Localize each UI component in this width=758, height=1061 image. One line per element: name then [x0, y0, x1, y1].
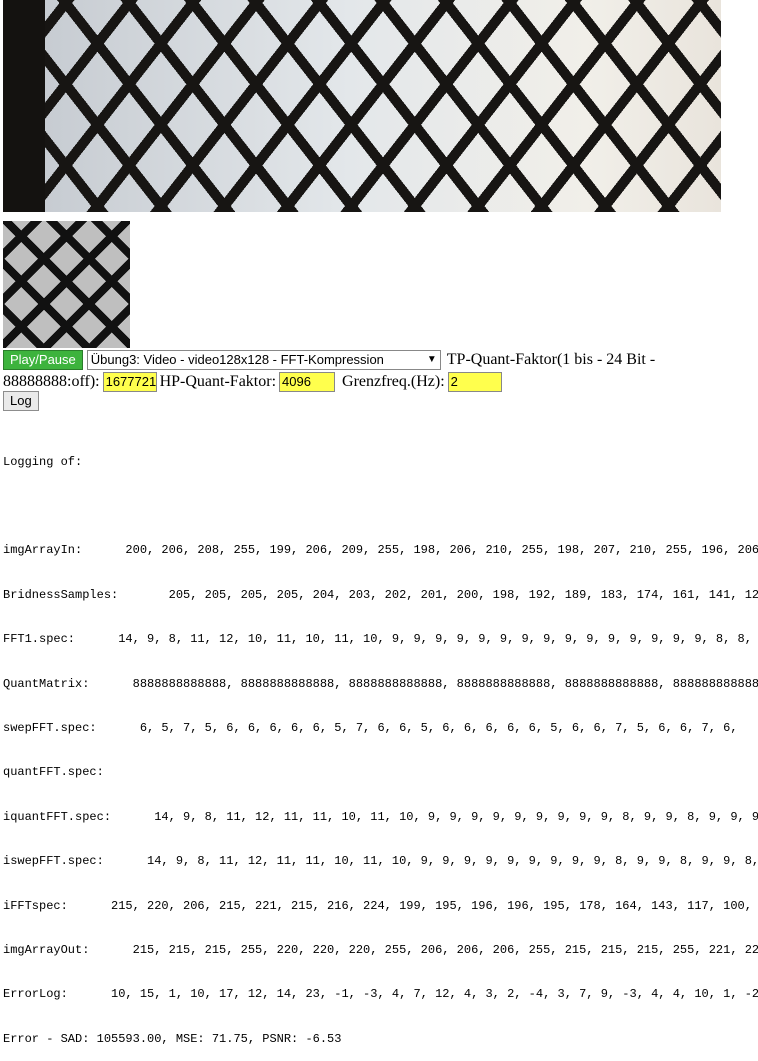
controls-row-2: 88888888:off): 1677721 HP-Quant-Faktor: …	[3, 371, 753, 393]
cutoff-label: Grenzfreq.(Hz):	[342, 373, 445, 390]
log-line: QuantMatrix: 8888888888888, 888888888888…	[3, 676, 758, 691]
video-image	[45, 0, 721, 212]
log-line: quantFFT.spec:	[3, 765, 104, 780]
log-spacer	[3, 499, 758, 514]
log-line: Error - SAD: 105593.00, MSE: 71.75, PSNR…	[3, 1031, 342, 1046]
video-player[interactable]	[3, 0, 721, 212]
cutoff-input[interactable]: 2	[447, 372, 502, 392]
log-heading: Logging of:	[3, 454, 83, 469]
tp-quant-input[interactable]: 1677721	[102, 372, 157, 392]
log-button[interactable]: Log	[3, 391, 39, 411]
tp-quant-label-cont: 88888888:off):	[3, 373, 100, 390]
play-pause-button[interactable]: Play/Pause	[3, 350, 83, 370]
log-line: iFFTspec: 215, 220, 206, 215, 221, 215, …	[3, 898, 758, 913]
log-line: FFT1.spec: 14, 9, 8, 11, 12, 10, 11, 10,…	[3, 632, 758, 647]
controls-panel: Play/Pause Übung3: Video - video128x128 …	[3, 349, 753, 393]
mode-select[interactable]: Übung3: Video - video128x128 - FFT-Kompr…	[86, 350, 441, 370]
tp-quant-label: TP-Quant-Faktor(1 bis - 24 Bit -	[446, 351, 656, 368]
hp-quant-label: HP-Quant-Faktor:	[159, 373, 277, 390]
log-output: Logging of: imgArrayIn: 200, 206, 208, 2…	[3, 425, 758, 1061]
log-line: imgArrayOut: 215, 215, 215, 255, 220, 22…	[3, 942, 758, 957]
video-thumbnail-128	[3, 221, 130, 348]
log-line: swepFFT.spec: 6, 5, 7, 5, 6, 6, 6, 6, 6,…	[3, 720, 738, 735]
mode-select-value: Übung3: Video - video128x128 - FFT-Kompr…	[90, 352, 384, 367]
chevron-down-icon: ▼	[426, 354, 437, 365]
log-line: iswepFFT.spec: 14, 9, 8, 11, 12, 11, 11,…	[3, 854, 758, 869]
video-frame-edge	[3, 0, 45, 212]
controls-row-1: Play/Pause Übung3: Video - video128x128 …	[3, 349, 753, 371]
log-line: iquantFFT.spec: 14, 9, 8, 11, 12, 11, 11…	[3, 809, 758, 824]
hp-quant-input[interactable]: 4096	[279, 372, 336, 392]
log-line: BridnessSamples: 205, 205, 205, 205, 204…	[3, 587, 758, 602]
log-line: imgArrayIn: 200, 206, 208, 255, 199, 206…	[3, 543, 758, 558]
log-line: ErrorLog: 10, 15, 1, 10, 17, 12, 14, 23,…	[3, 987, 758, 1002]
